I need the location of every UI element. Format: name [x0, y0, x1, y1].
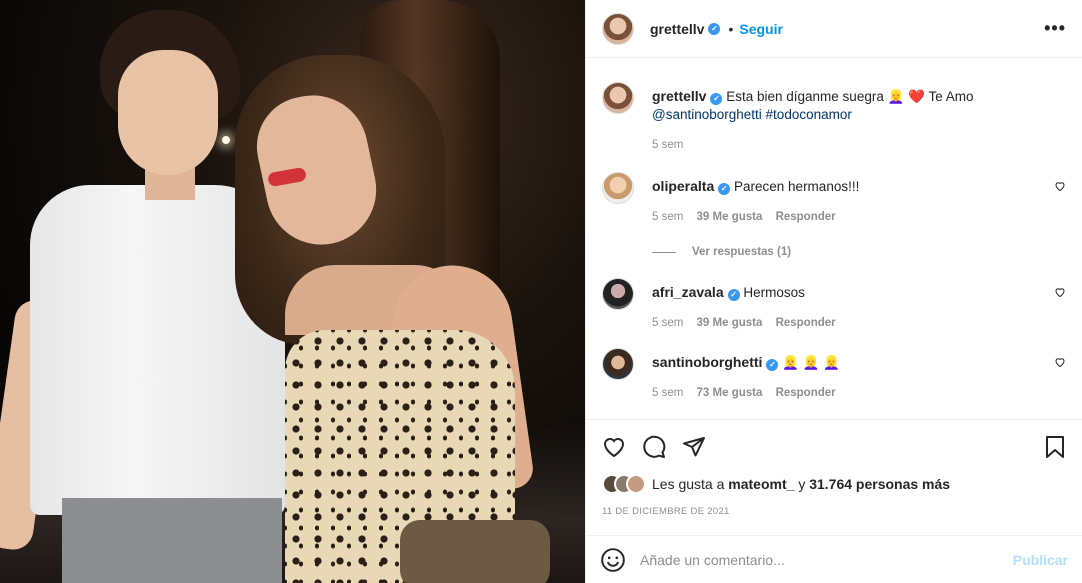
more-icon[interactable]: •••	[1044, 18, 1066, 39]
liker-avatar	[626, 474, 646, 494]
author-username[interactable]: grettellv	[650, 21, 704, 37]
reply-button[interactable]: Responder	[776, 387, 836, 399]
comment-item: afri_zavala ✓ Hermosos 5 sem 39 Me gusta …	[602, 278, 1066, 332]
likes-prefix: Les gusta a	[652, 476, 725, 492]
commenter-avatar[interactable]	[602, 348, 634, 380]
share-icon[interactable]	[682, 435, 706, 459]
comment-like-icon[interactable]	[1054, 356, 1066, 368]
follow-button[interactable]: Seguir	[739, 21, 783, 37]
comments-list[interactable]: grettellv ✓ Esta bien díganme suegra 👱‍♀️…	[586, 58, 1082, 419]
verified-icon: ✓	[727, 289, 740, 301]
comment-text: 👱‍♀️ 👱‍♀️ 👱‍♀️	[782, 355, 841, 370]
author-avatar[interactable]	[602, 12, 634, 45]
comment-time[interactable]: 5 sem	[652, 317, 683, 329]
caption-meta: 5 sem	[652, 136, 1066, 154]
comment-icon[interactable]	[642, 435, 666, 459]
comment-like-icon[interactable]	[1054, 180, 1066, 192]
action-icons	[602, 434, 1066, 460]
post-modal: grettellv ✓ • Seguir ••• grettellv ✓ Esta…	[0, 0, 1082, 583]
post-photo[interactable]	[0, 0, 585, 583]
comment-meta: 5 sem 39 Me gusta Responder	[652, 208, 1066, 226]
comment-time[interactable]: 5 sem	[652, 211, 683, 223]
caption-time[interactable]: 5 sem	[652, 139, 683, 151]
comment-text: Hermosos	[743, 285, 805, 300]
separator-dot: •	[728, 20, 734, 37]
post-actions: Les gusta a mateomt_ y 31.764 personas m…	[586, 419, 1082, 535]
author-avatar[interactable]	[602, 82, 634, 114]
reply-button[interactable]: Responder	[776, 211, 836, 223]
likes-count[interactable]: 31.764 personas más	[809, 476, 950, 492]
photo-figure	[118, 50, 218, 175]
comment-input[interactable]: Añade un comentario...	[640, 552, 1013, 568]
caption-username[interactable]: grettellv	[652, 88, 706, 104]
comment-time[interactable]: 5 sem	[652, 387, 683, 399]
comment-text: Parecen hermanos!!!	[734, 179, 860, 194]
comment-username[interactable]: oliperalta	[652, 178, 714, 194]
comment-item: santinoborghetti ✓ 👱‍♀️ 👱‍♀️ 👱‍♀️ 5 sem 7…	[602, 348, 1066, 402]
reply-button[interactable]: Responder	[776, 317, 836, 329]
verified-icon: ✓	[708, 22, 721, 35]
comment-username[interactable]: afri_zavala	[652, 284, 724, 300]
caption-hashtag[interactable]: #todoconamor	[766, 107, 852, 122]
verified-icon: ✓	[710, 93, 723, 105]
comment-meta: 5 sem 39 Me gusta Responder	[652, 314, 1066, 332]
comment-meta: 5 sem 73 Me gusta Responder	[652, 384, 1066, 402]
verified-icon: ✓	[766, 359, 779, 371]
caption-text: Esta bien díganme suegra 👱‍♀️ ❤️ Te Amo	[726, 89, 974, 104]
publish-button[interactable]: Publicar	[1013, 552, 1068, 568]
commenter-avatar[interactable]	[602, 172, 634, 204]
comment-username[interactable]: santinoborghetti	[652, 354, 762, 370]
verified-icon: ✓	[718, 183, 731, 195]
view-replies-button[interactable]: Ver respuestas (1)	[652, 246, 1066, 258]
likes-user[interactable]: mateomt_	[728, 476, 794, 492]
heart-icon[interactable]	[602, 435, 626, 459]
post-header: grettellv ✓ • Seguir •••	[586, 0, 1082, 58]
comment-like-icon[interactable]	[1054, 286, 1066, 298]
likes-connector: y	[798, 476, 806, 492]
photo-figure	[62, 498, 282, 583]
likes-summary[interactable]: Les gusta a mateomt_ y 31.764 personas m…	[602, 474, 1066, 494]
photo-figure	[400, 520, 550, 583]
view-replies-label[interactable]: Ver respuestas (1)	[692, 246, 791, 258]
post-date[interactable]: 11 DE DICIEMBRE DE 2021	[602, 506, 1066, 517]
comment-likes[interactable]: 39 Me gusta	[697, 317, 763, 329]
photo-light	[222, 136, 230, 144]
post-sidebar: grettellv ✓ • Seguir ••• grettellv ✓ Esta…	[585, 0, 1082, 583]
caption-mention[interactable]: @santinoborghetti	[652, 107, 762, 122]
replies-divider	[652, 251, 676, 253]
caption: grettellv ✓ Esta bien díganme suegra 👱‍♀️…	[602, 82, 1066, 154]
likes-text: Les gusta a mateomt_ y 31.764 personas m…	[652, 476, 950, 492]
comment-item: oliperalta ✓ Parecen hermanos!!! 5 sem 39…	[602, 172, 1066, 226]
emoji-icon[interactable]	[600, 547, 626, 573]
comment-likes[interactable]: 73 Me gusta	[697, 387, 763, 399]
comment-likes[interactable]: 39 Me gusta	[697, 211, 763, 223]
bookmark-icon[interactable]	[1044, 435, 1066, 459]
add-comment-bar: Añade un comentario... Publicar	[586, 535, 1082, 583]
commenter-avatar[interactable]	[602, 278, 634, 310]
